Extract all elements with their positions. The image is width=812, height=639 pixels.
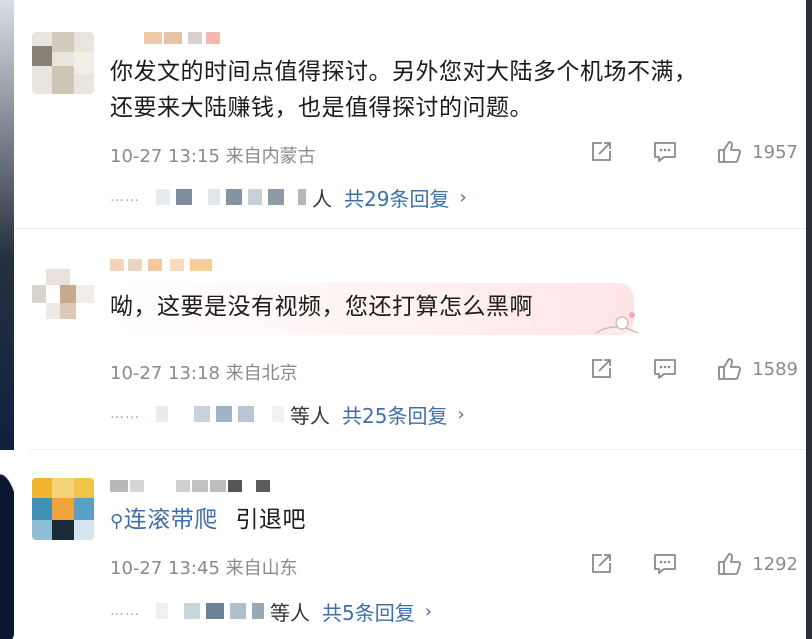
comment-body: 引退吧: [235, 507, 306, 533]
comment-list: 你发文的时间点值得探讨。另外您对大陆多个机场不满， 还要来大陆赚钱，也是值得探讨…: [14, 0, 806, 639]
chevron-right-icon: ›: [424, 600, 432, 622]
username-blurred[interactable]: [144, 32, 224, 44]
avatar[interactable]: [32, 478, 94, 540]
reply-summary[interactable]: …… 人 共29条回复 ›: [110, 182, 467, 212]
comment-actions: 1589: [550, 355, 798, 383]
like-count: 1589: [752, 358, 798, 380]
chevron-right-icon: ›: [457, 403, 465, 425]
comment-text: 呦，这要是没有视频，您还打算怎么黑啊: [110, 294, 533, 320]
username-blurred[interactable]: [110, 480, 278, 492]
like-count: 1292: [752, 553, 798, 575]
reply-dots: ……: [110, 189, 140, 205]
reply-dots: ……: [110, 603, 140, 619]
reply-user-blurred: [216, 406, 232, 422]
comment-text: ⚲连滚带爬 引退吧: [110, 502, 306, 540]
comment-item: 呦，这要是没有视频，您还打算怎么黑啊 10-27 13:18 来自北京 1589: [14, 229, 806, 449]
reply-user-blurred: [230, 603, 246, 619]
reply-users-suffix: 等人: [270, 600, 310, 625]
reply-user-blurred: [298, 189, 306, 205]
mention-link[interactable]: ⚲连滚带爬: [110, 507, 226, 533]
reply-total[interactable]: 共5条回复: [322, 597, 415, 626]
background-edge-right: [806, 0, 812, 639]
comment-meta: 10-27 13:18 来自北京: [110, 359, 298, 385]
comment-time: 10-27 13:18: [110, 363, 220, 384]
chevron-right-icon: ›: [459, 186, 467, 208]
avatar[interactable]: [32, 269, 94, 331]
comment-item: 你发文的时间点值得探讨。另外您对大陆多个机场不满， 还要来大陆赚钱，也是值得探讨…: [14, 0, 806, 228]
like-icon[interactable]: [716, 139, 742, 165]
comment-text-line-2: 还要来大陆赚钱，也是值得探讨的问题。: [110, 95, 533, 121]
reply-total[interactable]: 共29条回复: [344, 183, 449, 212]
comment-time: 10-27 13:45: [110, 558, 220, 579]
comment-actions: 1957: [550, 138, 798, 166]
reply-user-blurred: [252, 603, 264, 619]
reply-total[interactable]: 共25条回复: [342, 400, 447, 429]
avatar[interactable]: [32, 32, 94, 94]
comment-meta: 10-27 13:15 来自内蒙古: [110, 142, 316, 168]
reply-user-blurred: [156, 189, 170, 205]
comment-icon[interactable]: [652, 139, 678, 165]
reply-user-blurred: [208, 189, 220, 205]
comment-icon[interactable]: [652, 356, 678, 382]
reply-user-blurred: [238, 406, 254, 422]
comment-item: ⚲连滚带爬 引退吧 10-27 13:45 来自山东 1292 …… 等人 共5…: [14, 450, 806, 639]
share-icon[interactable]: [588, 551, 614, 577]
reply-summary[interactable]: …… 等人 共25条回复 ›: [110, 399, 465, 429]
share-icon[interactable]: [588, 356, 614, 382]
comment-location: 来自内蒙古: [225, 146, 316, 167]
reply-users-suffix: 人: [312, 186, 332, 211]
comment-time: 10-27 13:15: [110, 146, 220, 167]
like-icon[interactable]: [716, 551, 742, 577]
username-blurred[interactable]: [110, 259, 220, 271]
reply-user-blurred: [156, 603, 168, 619]
reply-user-blurred: [194, 406, 210, 422]
reply-user-blurred: [272, 406, 284, 422]
sticker-cat-icon: [592, 307, 644, 337]
reply-users-suffix: 等人: [290, 403, 330, 428]
like-count: 1957: [752, 141, 798, 163]
reply-user-blurred: [206, 603, 224, 619]
share-icon[interactable]: [588, 139, 614, 165]
like-icon[interactable]: [716, 356, 742, 382]
reply-user-blurred: [156, 406, 168, 422]
reply-dots: ……: [110, 406, 140, 422]
reply-user-blurred: [226, 189, 242, 205]
comment-text-line-1: 你发文的时间点值得探讨。另外您对大陆多个机场不满，: [110, 59, 698, 85]
comment-actions: 1292: [550, 550, 798, 578]
search-icon: ⚲: [110, 511, 124, 532]
reply-summary[interactable]: …… 等人 共5条回复 ›: [110, 596, 432, 626]
reply-user-blurred: [184, 603, 200, 619]
comment-location: 来自北京: [225, 363, 298, 384]
reply-user-blurred: [248, 189, 262, 205]
comment-icon[interactable]: [652, 551, 678, 577]
reply-user-blurred: [176, 189, 192, 205]
comment-meta: 10-27 13:45 来自山东: [110, 554, 298, 580]
reply-user-blurred: [268, 189, 284, 205]
comment-location: 来自山东: [225, 558, 298, 579]
